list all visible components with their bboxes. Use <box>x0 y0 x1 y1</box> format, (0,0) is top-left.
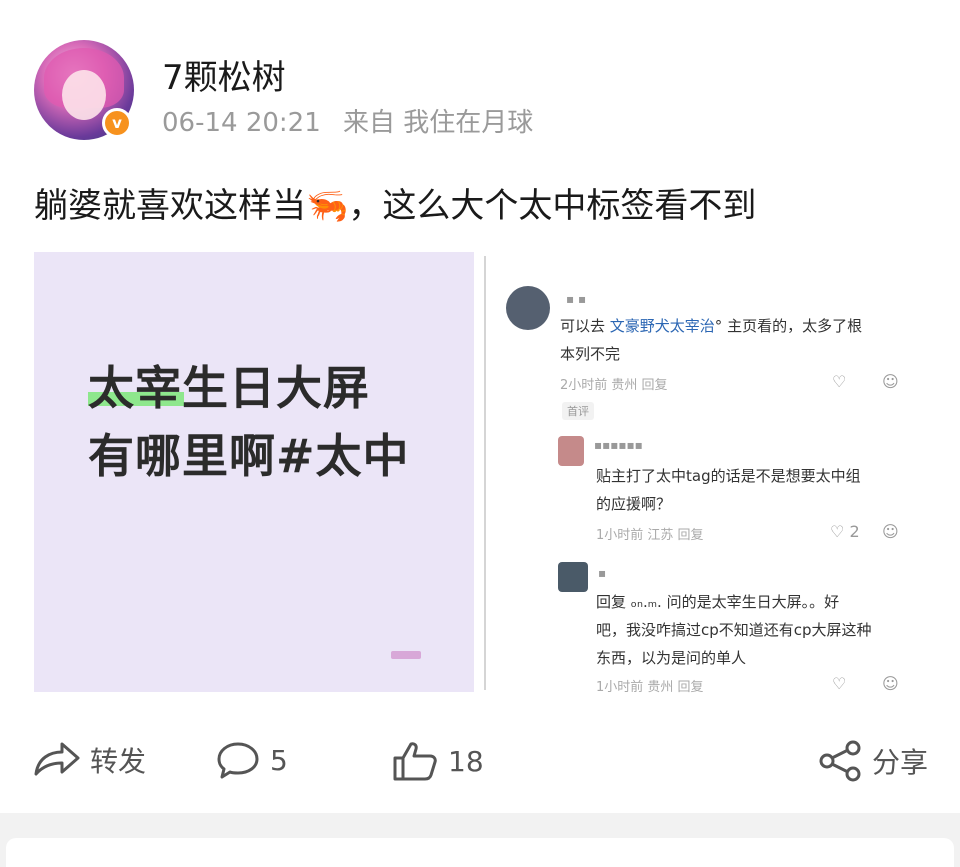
post-header: v 7颗松树 06-14 20:21 来自 我住在月球 <box>0 0 960 160</box>
image-text-line2: 有哪里啊#太中 <box>88 429 410 483</box>
comment1-name: ▪ ▪ <box>566 292 587 306</box>
image-text-line1: 太宰生日大屏 <box>88 361 370 415</box>
comment2-meta: 1小时前 江苏 回复 <box>596 528 704 543</box>
comment1-like-icon: ♡ <box>832 372 847 391</box>
decorative-dash <box>391 651 421 659</box>
post-time: 06-14 20:21 <box>162 108 321 138</box>
comment1-mention-link: 文豪野犬太宰治 <box>609 317 715 335</box>
comment-button[interactable]: 5 <box>216 740 288 780</box>
comment2-text-line2: 的应援啊？ <box>596 495 672 513</box>
like-button[interactable]: 18 <box>392 740 484 782</box>
post-image-left[interactable]: 太宰生日大屏 有哪里啊#太中 <box>34 252 474 692</box>
comment3-like-icon: ♡ <box>832 674 847 693</box>
verified-badge-icon: v <box>102 108 132 138</box>
comment1-text-line2: 本列不完 <box>560 345 621 363</box>
thumbs-up-icon <box>393 742 437 781</box>
post-meta: 06-14 20:21 来自 我住在月球 <box>162 102 547 139</box>
comment2-like-glyph: ♡ <box>830 522 845 541</box>
comment1-emoji-icon: ☺ <box>882 372 899 391</box>
comment3-text-line1: 回复 ₒₙ.ₘ. 问的是太宰生日大屏。。好 <box>596 593 840 611</box>
like-count: 18 <box>448 744 484 778</box>
repost-icon <box>34 742 80 776</box>
comment2-name: ▪▪▪▪▪▪ <box>594 438 643 452</box>
comment2-like-count: 2 <box>849 522 860 541</box>
action-bar: 转发 5 18 分享 <box>0 728 960 792</box>
comment1-text-prefix: 可以去 <box>560 317 610 335</box>
comment3-name: ▪ <box>598 566 607 580</box>
repost-label: 转发 <box>90 745 147 778</box>
share-icon <box>819 740 861 782</box>
post-text: 躺婆就喜欢这样当🦐，这么大个太中标签看不到 <box>34 186 757 226</box>
post-source: 来自 我住在月球 <box>343 108 534 138</box>
comment-count: 5 <box>270 743 288 777</box>
username[interactable]: 7颗松树 <box>162 50 286 99</box>
image-divider <box>484 256 486 690</box>
comment2-avatar <box>558 436 584 466</box>
next-post-card <box>6 838 954 867</box>
avatar-face <box>62 70 106 120</box>
comment3-text-line2: 吧，我没咋搞过cp不知道还有cp大屏这种 <box>596 621 872 639</box>
comment2-text-line1: 贴主打了太中tag的话是不是想要太中组 <box>596 467 861 485</box>
comment1-text: 可以去 文豪野犬太宰治° 主页看的，太多了根 <box>560 312 862 340</box>
comment3-meta: 1小时前 贵州 回复 <box>596 680 704 695</box>
repost-button[interactable]: 转发 <box>34 740 146 780</box>
share-label: 分享 <box>872 746 929 779</box>
comment1-avatar <box>506 286 550 330</box>
comment1-text-suffix: ° 主页看的，太多了根 <box>714 317 863 335</box>
comment3-text-line3: 东西，以为是问的单人 <box>596 649 747 667</box>
post-image-right[interactable]: ▪ ▪ 可以去 文豪野犬太宰治° 主页看的，太多了根 本列不完 2小时前 贵州 … <box>490 252 924 695</box>
comment3-avatar <box>558 562 588 592</box>
comment2-emoji-icon: ☺ <box>882 522 899 541</box>
comment-icon <box>217 742 259 779</box>
share-button[interactable]: 分享 <box>818 740 928 782</box>
comment1-meta: 2小时前 贵州 回复 <box>560 378 668 393</box>
comment2-like-icon: ♡ 2 <box>830 522 860 541</box>
comment3-emoji-icon: ☺ <box>882 674 899 693</box>
first-comment-tag: 首评 <box>562 402 594 420</box>
